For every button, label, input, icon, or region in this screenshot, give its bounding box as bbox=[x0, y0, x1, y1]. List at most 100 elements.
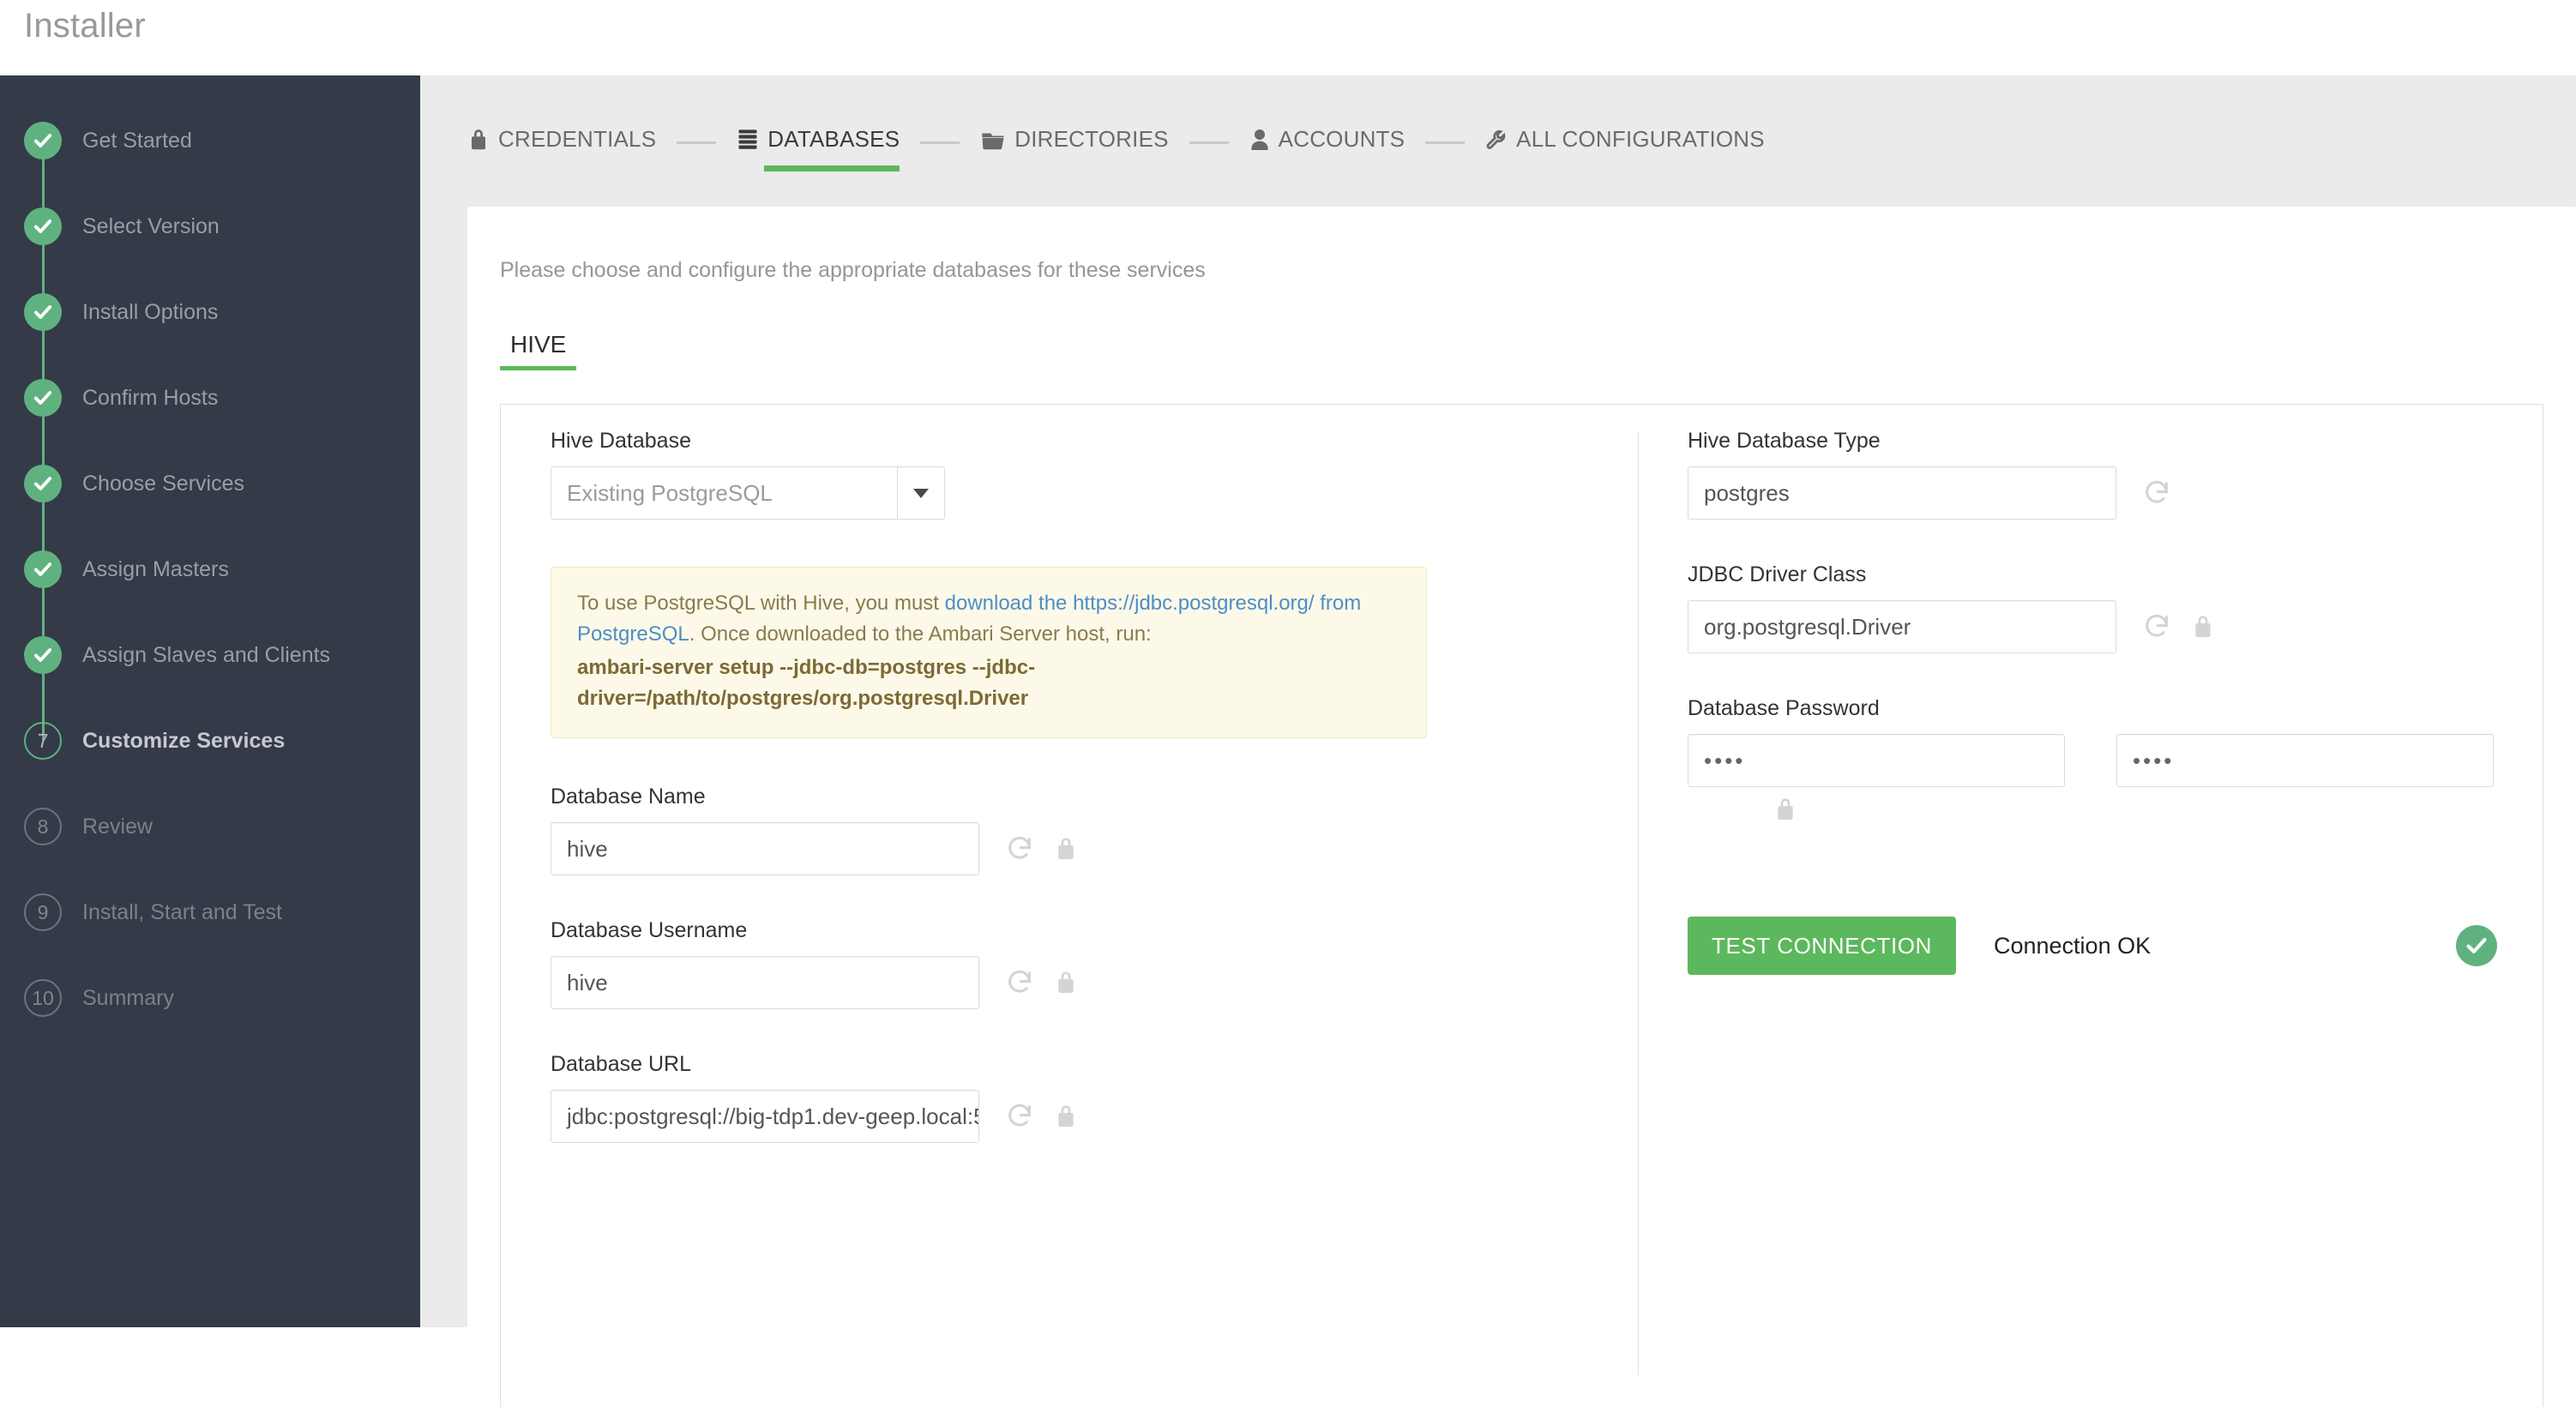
lock-icon[interactable] bbox=[1043, 959, 1089, 1006]
config-category-nav: CREDENTIALS DATABASES DIRECTORIES ACCOUNTS A… bbox=[420, 75, 2576, 207]
lock-icon[interactable] bbox=[2180, 604, 2226, 650]
tab-hive[interactable]: HIVE bbox=[500, 331, 577, 370]
wizard-step-label: Get Started bbox=[82, 128, 192, 153]
field-database-password: Database Password •••• •••• bbox=[1688, 696, 2502, 827]
field-hive-database: Hive Database Existing PostgreSQL bbox=[551, 429, 1580, 520]
wizard-step-label: Customize Services bbox=[82, 728, 286, 753]
wizard-step-label: Choose Services bbox=[82, 471, 244, 496]
database-username-actions bbox=[996, 956, 1089, 1009]
wizard-step-label: Install, Start and Test bbox=[82, 899, 282, 924]
nav-separator bbox=[1425, 141, 1466, 144]
alert-text-before: To use PostgreSQL with Hive, you must bbox=[577, 592, 945, 615]
wizard-step-label: Confirm Hosts bbox=[82, 385, 219, 410]
alert-command-text: ambari-server setup --jdbc-db=postgres -… bbox=[577, 655, 1036, 711]
nav-separator bbox=[1189, 141, 1229, 144]
database-username-input[interactable]: hive bbox=[551, 955, 979, 1009]
nav-tab-label: ACCOUNTS bbox=[1278, 126, 1405, 152]
check-icon bbox=[24, 122, 62, 159]
wizard-step-install-options[interactable]: Install Options bbox=[0, 269, 420, 398]
database-password-confirm-input[interactable]: •••• bbox=[2116, 734, 2494, 787]
revert-icon[interactable] bbox=[996, 1093, 1043, 1139]
wizard-step-assign-masters[interactable]: Assign Masters bbox=[0, 526, 420, 655]
wizard-step-review[interactable]: 8 Review bbox=[0, 784, 420, 869]
right-column: Hive Database Type postgres JDBC Driver … bbox=[1688, 429, 2502, 975]
hive-database-type-actions bbox=[2134, 466, 2180, 520]
lock-icon[interactable] bbox=[1043, 1093, 1089, 1139]
check-icon bbox=[24, 636, 62, 674]
config-card: Please choose and configure the appropri… bbox=[467, 207, 2576, 1407]
hive-config-panel: Hive Database Existing PostgreSQL To use… bbox=[500, 404, 2543, 1407]
wizard-step-confirm-hosts[interactable]: Confirm Hosts bbox=[0, 355, 420, 484]
wizard-step-label: Assign Masters bbox=[82, 556, 229, 581]
wizard-step-label: Assign Slaves and Clients bbox=[82, 642, 331, 667]
user-icon bbox=[1249, 127, 1270, 153]
jdbc-driver-class-label: JDBC Driver Class bbox=[1688, 562, 1867, 586]
wizard-step-get-started[interactable]: Get Started bbox=[0, 98, 420, 226]
lock-icon bbox=[467, 127, 490, 153]
wizard-sidebar: Get Started Select Version Install Options… bbox=[0, 75, 420, 1327]
hive-database-type-input[interactable]: postgres bbox=[1688, 466, 2116, 520]
database-url-input[interactable]: jdbc:postgresql://big-tdp1.dev-geep.loca… bbox=[551, 1089, 979, 1143]
wizard-step-label: Summary bbox=[82, 985, 174, 1010]
title-bar: Installer bbox=[0, 0, 2576, 75]
wizard-step-select-version[interactable]: Select Version bbox=[0, 183, 420, 312]
nav-tab-label: ALL CONFIGURATIONS bbox=[1516, 126, 1765, 152]
nav-tab-directories[interactable]: DIRECTORIES bbox=[980, 126, 1168, 156]
field-database-username: Database Username hive bbox=[551, 918, 1580, 1009]
hive-database-dropdown-button[interactable] bbox=[897, 466, 945, 520]
hive-database-type-label: Hive Database Type bbox=[1688, 429, 1881, 453]
wizard-step-install-start-and-test[interactable]: 9 Install, Start and Test bbox=[0, 869, 420, 955]
wizard-step-label: Select Version bbox=[82, 213, 220, 238]
database-icon bbox=[737, 128, 759, 152]
test-connection-button[interactable]: TEST CONNECTION bbox=[1688, 917, 1956, 975]
wizard-step-customize-services[interactable]: 7 Customize Services bbox=[0, 698, 420, 784]
wizard-step-choose-services[interactable]: Choose Services bbox=[0, 441, 420, 569]
field-database-url: Database URL jdbc:postgresql://big-tdp1.… bbox=[551, 1052, 1580, 1143]
card-hint-text: Please choose and configure the appropri… bbox=[500, 258, 1206, 282]
check-icon bbox=[24, 465, 62, 502]
main-content: CREDENTIALS DATABASES DIRECTORIES ACCOUNTS A… bbox=[420, 75, 2576, 1407]
nav-separator bbox=[677, 141, 717, 144]
lock-icon[interactable] bbox=[1773, 796, 2502, 827]
hive-database-value: Existing PostgreSQL bbox=[551, 466, 897, 520]
revert-icon[interactable] bbox=[996, 826, 1043, 872]
step-number-badge: 8 bbox=[24, 808, 62, 845]
revert-icon[interactable] bbox=[996, 959, 1043, 1006]
nav-tab-credentials[interactable]: CREDENTIALS bbox=[467, 126, 656, 156]
alert-text-after: . Once downloaded to the Ambari Server h… bbox=[689, 622, 1152, 646]
postgresql-driver-alert: To use PostgreSQL with Hive, you must do… bbox=[551, 567, 1427, 738]
check-icon bbox=[24, 550, 62, 588]
nav-tab-label: CREDENTIALS bbox=[498, 126, 657, 152]
nav-tab-databases[interactable]: DATABASES bbox=[737, 126, 900, 171]
revert-icon[interactable] bbox=[2134, 470, 2180, 516]
test-connection-row: TEST CONNECTION Connection OK bbox=[1688, 917, 2502, 975]
database-name-input[interactable]: hive bbox=[551, 821, 979, 875]
column-divider bbox=[1638, 432, 1639, 1375]
tab-hive-underline bbox=[500, 366, 577, 370]
wizard-step-label: Install Options bbox=[82, 299, 219, 324]
chevron-down-icon bbox=[913, 488, 929, 498]
jdbc-driver-class-input[interactable]: org.postgresql.Driver bbox=[1688, 600, 2116, 653]
step-number-badge: 7 bbox=[24, 722, 62, 760]
wizard-step-summary[interactable]: 10 Summary bbox=[0, 955, 420, 1041]
lock-icon[interactable] bbox=[1043, 826, 1089, 872]
revert-icon[interactable] bbox=[2134, 604, 2180, 650]
check-icon bbox=[24, 293, 62, 331]
database-password-input[interactable]: •••• bbox=[1688, 734, 2065, 787]
nav-tab-all-configurations[interactable]: ALL CONFIGURATIONS bbox=[1485, 126, 1765, 156]
field-database-name: Database Name hive bbox=[551, 785, 1580, 875]
connection-status-text: Connection OK bbox=[1993, 932, 2152, 959]
nav-tab-active-underline bbox=[764, 165, 900, 171]
nav-tab-accounts[interactable]: ACCOUNTS bbox=[1249, 126, 1405, 156]
field-jdbc-driver-class: JDBC Driver Class org.postgresql.Driver bbox=[1688, 562, 2502, 653]
field-hive-database-type: Hive Database Type postgres bbox=[1688, 429, 2502, 520]
wizard-step-label: Review bbox=[82, 814, 153, 839]
hive-database-select[interactable]: Existing PostgreSQL bbox=[551, 466, 945, 520]
left-column: Hive Database Existing PostgreSQL To use… bbox=[551, 429, 1580, 1143]
page-title: Installer bbox=[24, 7, 146, 45]
wizard-step-list: Get Started Select Version Install Options… bbox=[0, 75, 420, 1041]
jdbc-driver-class-actions bbox=[2134, 600, 2226, 653]
success-check-icon bbox=[2456, 925, 2497, 966]
database-username-label: Database Username bbox=[551, 917, 748, 942]
wizard-step-assign-slaves-and-clients[interactable]: Assign Slaves and Clients bbox=[0, 612, 420, 741]
